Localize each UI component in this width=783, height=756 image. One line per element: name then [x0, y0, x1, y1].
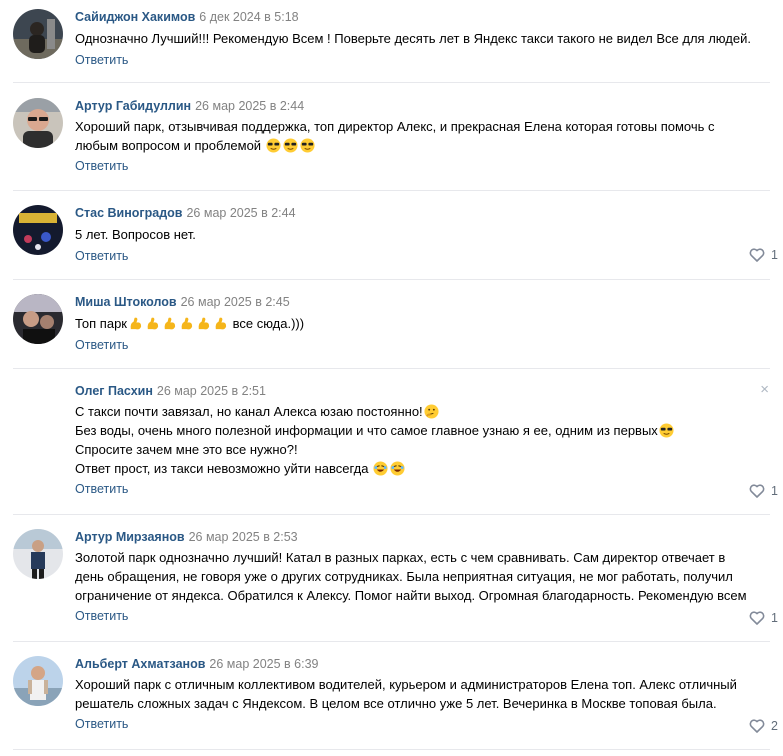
like-button[interactable]: 1	[749, 611, 778, 625]
comment-item: Сайиджон Хакимов 6 дек 2024 в 5:18 Однозн…	[0, 0, 783, 82]
comment-text-line: любым вопросом и проблемой	[75, 136, 771, 155]
like-count: 1	[771, 484, 778, 498]
author-name[interactable]: Альберт Ахматзанов	[75, 657, 205, 671]
author-name[interactable]: Олег Пасхин	[75, 384, 153, 398]
comments-feed: Сайиджон Хакимов 6 дек 2024 в 5:18 Однозн…	[0, 0, 783, 756]
reply-button[interactable]: Ответить	[75, 607, 128, 625]
comment-date[interactable]: 26 мар 2025 в 2:45	[181, 295, 290, 309]
comment-text: Топ парк	[75, 316, 127, 331]
like-button[interactable]: 2	[749, 719, 778, 733]
comment-text: Хороший парк, отзывчивая поддержка, топ …	[75, 119, 715, 134]
comment-item: Артур Мирзаянов 26 мар 2025 в 2:53 Золото…	[0, 515, 783, 641]
comment-text: Хороший парк с отличным коллективом води…	[75, 677, 737, 692]
muscle-emoji-icon	[164, 317, 176, 330]
comment-item: Альберт Ахматзанов 26 мар 2025 в 6:39 Хор…	[0, 642, 783, 747]
rofl-emoji-icon	[373, 461, 388, 476]
reply-button[interactable]: Ответить	[75, 157, 128, 175]
like-count: 1	[771, 248, 778, 262]
reply-button[interactable]: Ответить	[75, 51, 128, 69]
author-name[interactable]: Стас Виноградов	[75, 206, 182, 220]
avatar-placeholder[interactable]	[13, 383, 63, 433]
sunglasses-emoji-icon	[266, 138, 281, 153]
comment-text-line: Топ парк все сюда.)))	[75, 314, 771, 333]
reply-button[interactable]: Ответить	[75, 480, 128, 498]
like-count: 1	[771, 611, 778, 625]
reply-button[interactable]: Ответить	[75, 715, 128, 733]
comment-date[interactable]: 26 мар 2025 в 2:53	[189, 530, 298, 544]
muscle-emoji-icon	[130, 317, 142, 330]
author-name[interactable]: Артур Габидуллин	[75, 99, 191, 113]
reply-button[interactable]: Ответить	[75, 336, 128, 354]
like-button[interactable]: 1	[749, 484, 778, 498]
avatar-photo	[13, 9, 63, 59]
avatar[interactable]	[13, 9, 63, 59]
comment-text: Золотой парк однозначно лучший! Катал в …	[75, 550, 726, 565]
comment-date[interactable]: 26 мар 2025 в 2:51	[157, 384, 266, 398]
heart-icon	[749, 248, 765, 262]
comment-text: Спросите зачем мне это все нужно?!	[75, 442, 298, 457]
avatar-photo	[13, 656, 63, 706]
heart-icon	[749, 484, 765, 498]
thinking-emoji-icon	[424, 404, 439, 419]
avatar[interactable]	[13, 656, 63, 706]
comment-text: 5 лет. Вопросов нет.	[75, 227, 196, 242]
reply-button[interactable]: Ответить	[75, 247, 128, 265]
comment-text: любым вопросом и проблемой	[75, 138, 262, 153]
comment-text: все сюда.)))	[229, 316, 305, 331]
comment-text: решатель сложных задач с Яндексом. В цел…	[75, 696, 717, 711]
comment-date[interactable]: 26 мар 2025 в 2:44	[195, 99, 304, 113]
author-name[interactable]: Миша Штоколов	[75, 295, 177, 309]
avatar[interactable]	[13, 205, 63, 255]
sunglasses-emoji-icon	[659, 423, 674, 438]
avatar-photo	[13, 98, 63, 148]
rofl-emoji-icon	[390, 461, 405, 476]
avatar[interactable]	[13, 294, 63, 344]
comment-date[interactable]: 26 мар 2025 в 2:44	[186, 206, 295, 220]
author-name[interactable]: Сайиджон Хакимов	[75, 10, 195, 24]
heart-icon	[749, 719, 765, 733]
comment-text: С такси почти завязал, но канал Алекса ю…	[75, 404, 423, 419]
comment-text-line: Без воды, очень много полезной информаци…	[75, 421, 771, 440]
comment-text: Без воды, очень много полезной информаци…	[75, 423, 658, 438]
comment-item: Стас Виноградов 26 мар 2025 в 2:44 5 лет.…	[0, 191, 783, 279]
muscle-emoji-icon	[147, 317, 159, 330]
like-button[interactable]: 1	[749, 248, 778, 262]
muscle-emoji-icon	[181, 317, 193, 330]
avatar-photo	[13, 294, 63, 344]
muscle-emoji-icon	[198, 317, 210, 330]
author-name[interactable]: Артур Мирзаянов	[75, 530, 185, 544]
heart-icon	[749, 611, 765, 625]
comment-text: ограничение от яндекса. Обратился к Алек…	[75, 588, 747, 603]
comment-text-line: С такси почти завязал, но канал Алекса ю…	[75, 402, 771, 421]
comment-text-line: Ответ прост, из такси невозможно уйти на…	[75, 459, 771, 478]
muscle-emoji-icon	[215, 317, 227, 330]
comment-date[interactable]: 26 мар 2025 в 6:39	[209, 657, 318, 671]
like-count: 2	[771, 719, 778, 733]
comment-date[interactable]: 6 дек 2024 в 5:18	[199, 10, 298, 24]
comment-item: Олег Пасхин 26 мар 2025 в 2:51 С такси по…	[0, 369, 783, 514]
separator	[13, 749, 770, 750]
comment-text: день обращения, не говоря уже о других с…	[75, 569, 733, 584]
sunglasses-emoji-icon	[300, 138, 315, 153]
avatar[interactable]	[13, 98, 63, 148]
avatar-photo	[13, 529, 63, 579]
close-icon[interactable]: ×	[760, 382, 769, 397]
sunglasses-emoji-icon	[283, 138, 298, 153]
avatar[interactable]	[13, 529, 63, 579]
comment-text: Однозначно Лучший!!! Рекомендую Всем ! П…	[75, 31, 751, 46]
comment-item: Артур Габидуллин 26 мар 2025 в 2:44 Хорош…	[0, 83, 783, 190]
comment-item: Миша Штоколов 26 мар 2025 в 2:45 Топ парк…	[0, 280, 783, 368]
comment-text: Ответ прост, из такси невозможно уйти на…	[75, 461, 373, 476]
avatar-photo	[13, 205, 63, 255]
